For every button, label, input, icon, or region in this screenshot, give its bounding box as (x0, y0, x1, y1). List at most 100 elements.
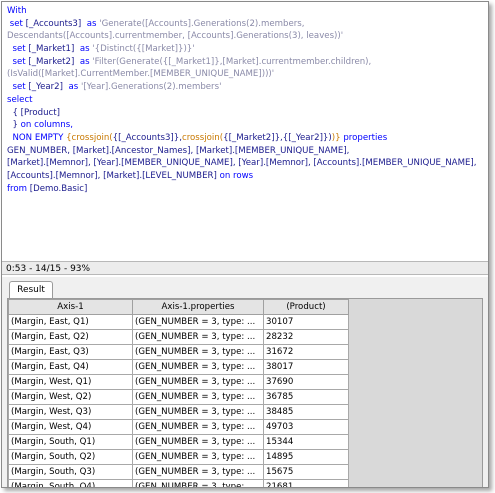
properties-cell[interactable]: (GEN_NUMBER = 3, type: ... (132, 329, 264, 345)
product-value-cell[interactable]: 28232 (263, 329, 349, 345)
axis-cell[interactable]: (Margin, West, Q1) (8, 374, 133, 390)
code-token: {[_Accounts3]}, (112, 132, 182, 143)
properties-cell[interactable]: (GEN_NUMBER = 3, type: ... (132, 464, 264, 480)
code-token: set (7, 82, 29, 93)
table-row[interactable]: (Margin, West, Q3) (GEN_NUMBER = 3, type:… (8, 404, 349, 420)
code-token: )} (331, 132, 344, 143)
product-value-cell[interactable]: 30107 (263, 314, 349, 330)
code-line: With (7, 5, 488, 18)
table-row[interactable]: (Margin, East, Q4) (GEN_NUMBER = 3, type:… (8, 359, 349, 375)
result-table: Axis-1 Axis-1.properties (Product) (Marg… (8, 299, 349, 487)
code-token: With (7, 6, 27, 16)
tab-result[interactable]: Result (9, 281, 53, 298)
code-line: [Accounts].[Memnor], [Market].[LEVEL_NUM… (7, 170, 488, 183)
axis-cell[interactable]: (Margin, West, Q2) (8, 389, 133, 405)
code-token: 'Filter(Generate({[_Market1]},[Market].c… (92, 56, 372, 67)
product-value-cell[interactable]: 14895 (263, 449, 349, 465)
code-token: {[_Market2]},{[_Year2]}) (223, 132, 332, 143)
axis-cell[interactable]: (Margin, East, Q1) (8, 314, 133, 330)
product-value-cell[interactable]: 15675 (263, 464, 349, 480)
header-row: Axis-1 Axis-1.properties (Product) (8, 299, 349, 315)
table-row[interactable]: (Margin, East, Q2) (GEN_NUMBER = 3, type:… (8, 329, 349, 345)
code-token: on rows (219, 170, 254, 181)
axis-cell[interactable]: (Margin, West, Q4) (8, 419, 133, 435)
properties-cell[interactable]: (GEN_NUMBER = 3, type: ... (132, 404, 264, 420)
table-row[interactable]: (Margin, West, Q2) (GEN_NUMBER = 3, type:… (8, 389, 349, 405)
result-panel: Result Axis-1 Axis-1.properties (Product… (2, 277, 488, 487)
properties-cell[interactable]: (GEN_NUMBER = 3, type: ... (132, 434, 264, 450)
column-header-properties[interactable]: Axis-1.properties (132, 299, 264, 315)
axis-cell[interactable]: (Margin, South, Q1) (8, 434, 133, 450)
product-value-cell[interactable]: 36785 (263, 389, 349, 405)
product-value-cell[interactable]: 15344 (263, 434, 349, 450)
properties-cell[interactable]: (GEN_NUMBER = 3, type: ... (132, 359, 264, 375)
properties-cell[interactable]: (GEN_NUMBER = 3, type: ... (132, 389, 264, 405)
code-token: set (7, 44, 29, 55)
product-value-cell[interactable]: 21681 (263, 479, 349, 487)
code-token: } (7, 120, 21, 131)
status-bar: 0:53 - 14/15 - 93% (2, 261, 488, 275)
code-token: as (74, 56, 93, 67)
product-value-cell[interactable]: 38485 (263, 404, 349, 420)
axis-cell[interactable]: (Margin, East, Q4) (8, 359, 133, 375)
code-token: [_Year2] (28, 82, 64, 93)
column-header-product[interactable]: (Product) (263, 299, 349, 315)
code-token: [Market].[Memnor], [Year].[MEMBER_UNIQUE… (7, 158, 477, 169)
properties-cell[interactable]: (GEN_NUMBER = 3, type: ... (132, 449, 264, 465)
table-row[interactable]: (Margin, South, Q3) (GEN_NUMBER = 3, type… (8, 464, 349, 480)
table-row[interactable]: (Margin, East, Q3) (GEN_NUMBER = 3, type:… (8, 344, 349, 360)
code-token: as (81, 18, 100, 29)
code-token: from (7, 183, 30, 194)
code-token: { [Product] (7, 107, 60, 118)
query-window: With set [_Accounts3] as 'Generate([Acco… (1, 1, 489, 488)
code-line: set [_Market2] as 'Filter(Generate({[_Ma… (7, 56, 488, 69)
code-token: crossjoin( (181, 132, 224, 143)
code-token: 'Generate([Accounts].Generations(2).memb… (99, 18, 305, 29)
table-row[interactable]: (Margin, East, Q1) (GEN_NUMBER = 3, type:… (8, 314, 349, 330)
properties-cell[interactable]: (GEN_NUMBER = 3, type: ... (132, 479, 264, 487)
code-token: NON EMPTY (7, 132, 67, 143)
code-line: select (7, 94, 488, 107)
code-token: set (7, 56, 29, 67)
code-token: on columns, (20, 120, 73, 131)
code-line: NON EMPTY {crossjoin({[_Accounts3]},cros… (7, 132, 488, 145)
table-row[interactable]: (Margin, South, Q1) (GEN_NUMBER = 3, type… (8, 434, 349, 450)
code-token: (IsValid([Market].CurrentMember.[MEMBER_… (7, 69, 275, 80)
code-token: Descendants([Accounts].currentmember, [A… (7, 31, 344, 42)
table-row[interactable]: (Margin, West, Q4) (GEN_NUMBER = 3, type:… (8, 419, 349, 435)
axis-cell[interactable]: (Margin, South, Q3) (8, 464, 133, 480)
code-token: GEN_NUMBER, [Market].[Ancestor_Names], [… (7, 145, 350, 156)
properties-cell[interactable]: (GEN_NUMBER = 3, type: ... (132, 314, 264, 330)
properties-cell[interactable]: (GEN_NUMBER = 3, type: ... (132, 344, 264, 360)
code-token: {crossjoin( (66, 132, 113, 143)
product-value-cell[interactable]: 49703 (263, 419, 349, 435)
code-token: '[Year].Generations(2).members' (80, 82, 222, 93)
table-row[interactable]: (Margin, South, Q2) (GEN_NUMBER = 3, type… (8, 449, 349, 465)
code-line: } on columns, (7, 119, 488, 132)
code-line: set [_Market1] as '{Distinct({[Market]})… (7, 43, 488, 56)
properties-cell[interactable]: (GEN_NUMBER = 3, type: ... (132, 374, 264, 390)
axis-cell[interactable]: (Margin, West, Q3) (8, 404, 133, 420)
code-line: from [Demo.Basic] (7, 183, 488, 196)
axis-cell[interactable]: (Margin, South, Q4) (8, 479, 133, 487)
code-token: [_Market1] (28, 44, 75, 55)
code-line: Descendants([Accounts].currentmember, [A… (7, 30, 488, 43)
axis-cell[interactable]: (Margin, South, Q2) (8, 449, 133, 465)
product-value-cell[interactable]: 31672 (263, 344, 349, 360)
axis-cell[interactable]: (Margin, East, Q2) (8, 329, 133, 345)
result-grid[interactable]: Axis-1 Axis-1.properties (Product) (Marg… (7, 298, 483, 487)
code-token: '{Distinct({[Market]})}' (92, 44, 195, 55)
table-row[interactable]: (Margin, West, Q1) (GEN_NUMBER = 3, type:… (8, 374, 349, 390)
properties-cell[interactable]: (GEN_NUMBER = 3, type: ... (132, 419, 264, 435)
product-value-cell[interactable]: 37690 (263, 374, 349, 390)
code-line: set [_Year2] as '[Year].Generations(2).m… (7, 81, 488, 94)
code-token: select (7, 94, 33, 105)
code-token: [Demo.Basic] (29, 183, 88, 194)
axis-cell[interactable]: (Margin, East, Q3) (8, 344, 133, 360)
table-row[interactable]: (Margin, South, Q4) (GEN_NUMBER = 3, type… (8, 479, 349, 487)
code-token: [_Market2] (28, 56, 75, 67)
mdx-query-editor[interactable]: With set [_Accounts3] as 'Generate([Acco… (2, 2, 488, 260)
code-token: [_Accounts3] (25, 18, 82, 29)
column-header-axis[interactable]: Axis-1 (8, 299, 133, 315)
product-value-cell[interactable]: 38017 (263, 359, 349, 375)
